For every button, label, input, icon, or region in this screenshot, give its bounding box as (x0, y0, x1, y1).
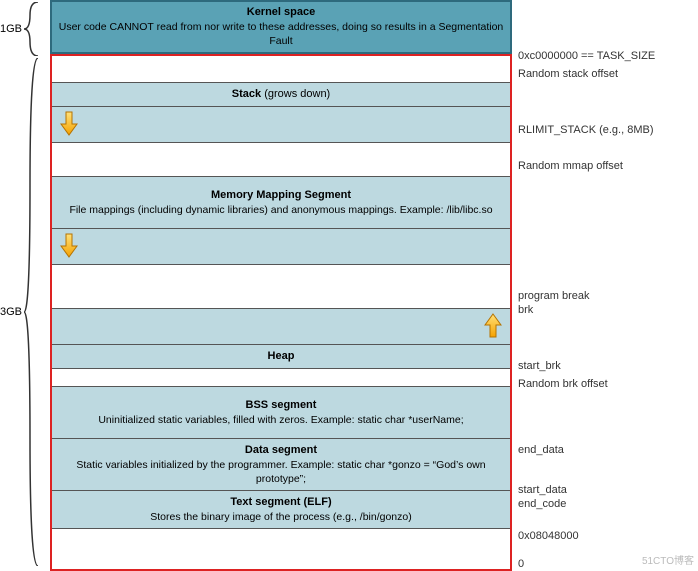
random-mmap-gap (52, 142, 510, 176)
mmap-segment: Memory Mapping Segment File mappings (in… (52, 176, 510, 228)
mmap-title: Memory Mapping Segment (211, 189, 351, 201)
mmap-arrow-segment (52, 228, 510, 264)
data-segment: Data segment Static variables initialize… (52, 438, 510, 490)
mmap-desc: File mappings (including dynamic librari… (69, 203, 492, 217)
arrow-down-icon (58, 232, 80, 260)
bss-title: BSS segment (246, 399, 317, 411)
label-random-stack: Random stack offset (518, 68, 618, 80)
random-brk-gap (52, 368, 510, 386)
bss-desc: Uninitialized static variables, filled w… (98, 413, 463, 427)
stack-suffix: (grows down) (261, 88, 330, 100)
kernel-desc: User code CANNOT read from nor write to … (58, 20, 504, 48)
stack-segment: Stack (grows down) (52, 82, 510, 106)
user-space-region: Stack (grows down) Memory Mapping Segmen… (50, 54, 512, 571)
label-start-brk: start_brk (518, 360, 561, 372)
label-start-data: start_data (518, 484, 567, 496)
random-stack-gap (52, 56, 510, 82)
brace-3gb-label: 3GB (0, 306, 22, 318)
right-annotations: 0xc0000000 == TASK_SIZE Random stack off… (512, 0, 698, 571)
label-task-size: 0xc0000000 == TASK_SIZE (518, 50, 655, 62)
label-end-code: end_code (518, 498, 566, 510)
bss-segment: BSS segment Uninitialized static variabl… (52, 386, 510, 438)
heap-title: Heap (268, 350, 295, 362)
stack-arrow-segment (52, 106, 510, 142)
text-title: Text segment (ELF) (230, 496, 331, 508)
memory-diagram: Kernel space User code CANNOT read from … (50, 0, 512, 571)
arrow-down-icon (58, 110, 80, 138)
brace-icon (24, 58, 42, 566)
brace-icon (24, 2, 42, 56)
text-desc: Stores the binary image of the process (… (150, 510, 411, 524)
kernel-space-segment: Kernel space User code CANNOT read from … (50, 0, 512, 54)
stack-title: Stack (232, 88, 261, 100)
label-end-data: end_data (518, 444, 564, 456)
data-title: Data segment (245, 444, 317, 456)
left-brace-column: 1GB 3GB (0, 0, 50, 571)
label-random-brk: Random brk offset (518, 378, 608, 390)
data-desc: Static variables initialized by the prog… (58, 458, 504, 486)
label-zero: 0 (518, 558, 524, 570)
heap-segment: Heap (52, 344, 510, 368)
label-random-mmap: Random mmap offset (518, 160, 623, 172)
text-segment: Text segment (ELF) Stores the binary ima… (52, 490, 510, 528)
brace-1gb-label: 1GB (0, 23, 22, 35)
kernel-title: Kernel space (247, 6, 315, 18)
label-program-break: program break (518, 290, 590, 302)
zero-gap (52, 528, 510, 569)
label-brk: brk (518, 304, 533, 316)
heap-arrow-segment (52, 308, 510, 344)
label-text-addr: 0x08048000 (518, 530, 579, 542)
watermark: 51CTO博客 (642, 552, 694, 567)
label-rlimit-stack: RLIMIT_STACK (e.g., 8MB) (518, 124, 654, 136)
heap-free-gap (52, 264, 510, 308)
arrow-up-icon (482, 312, 504, 340)
